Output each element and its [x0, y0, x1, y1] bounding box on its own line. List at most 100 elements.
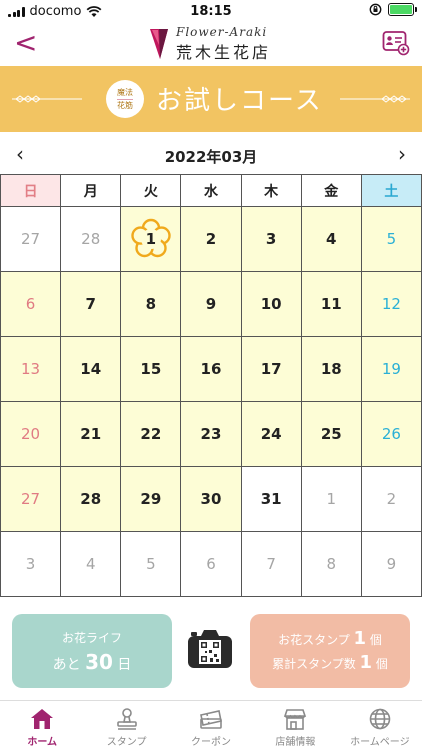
calendar-day[interactable]: 8	[120, 271, 182, 337]
calendar-day-sunday[interactable]: 27	[0, 466, 62, 532]
weekday-tuesday: 火	[120, 174, 182, 207]
calendar-day-prev-month[interactable]: 27	[0, 206, 62, 272]
tab-coupon[interactable]: クーポン	[169, 701, 253, 750]
day-number: 1	[145, 230, 157, 248]
calendar-day[interactable]: 17	[240, 336, 302, 402]
app-header: < Flower-Araki 荒木生花店	[0, 24, 422, 66]
calendar-day-saturday[interactable]: 12	[360, 271, 422, 337]
status-bar: docomo 18:15	[0, 0, 422, 24]
stamp-count-row: お花スタンプ 1 個	[250, 628, 410, 649]
qr-camera-button[interactable]	[186, 628, 234, 670]
weekday-monday: 月	[60, 174, 122, 207]
logo-japanese: 荒木生花店	[176, 43, 272, 62]
tab-home[interactable]: ホーム	[0, 701, 84, 750]
calendar-day-next-month[interactable]: 9	[360, 531, 422, 597]
calendar-grid: 日 月 火 水 木 金 土 27 28 1 2 3 4 5 6 7 8 9 10…	[0, 174, 422, 597]
flower-life-label: お花ライフ	[61, 631, 122, 645]
total-stamp-count: 1	[359, 652, 373, 673]
calendar-day-next-month[interactable]: 2	[360, 466, 422, 532]
total-stamp-row: 累計スタンプ数 1 個	[250, 652, 410, 673]
calendar-day[interactable]: 15	[120, 336, 182, 402]
tab-shop-info[interactable]: 店舗情報	[253, 701, 337, 750]
month-navigation: ‹ 2022年03月 ›	[0, 138, 422, 172]
tab-stamp-label: スタンプ	[106, 737, 147, 748]
calendar-day[interactable]: 22	[120, 401, 182, 467]
calendar-day[interactable]: 16	[180, 336, 242, 402]
calendar-week: 6 7 8 9 10 11 12	[0, 271, 422, 337]
clock: 18:15	[190, 4, 232, 19]
calendar-day[interactable]: 29	[120, 466, 182, 532]
calendar-day[interactable]: 7	[60, 271, 122, 337]
stamp-count-panel[interactable]: お花スタンプ 1 個 累計スタンプ数 1 個	[250, 614, 410, 688]
stamp-label: お花スタンプ	[278, 633, 350, 647]
calendar-day-sunday[interactable]: 13	[0, 336, 62, 402]
weekday-friday: 金	[300, 174, 362, 207]
tab-homepage-label: ホームページ	[350, 737, 410, 748]
weekday-thursday: 木	[240, 174, 302, 207]
tab-homepage[interactable]: ホームページ	[338, 701, 422, 750]
calendar-day[interactable]: 11	[300, 271, 362, 337]
calendar-day[interactable]: 10	[240, 271, 302, 337]
status-right	[369, 3, 417, 16]
calendar-day[interactable]: 30	[180, 466, 242, 532]
total-stamp-unit: 個	[375, 657, 388, 671]
calendar-day-next-month[interactable]: 1	[300, 466, 362, 532]
course-banner: 魔法 花筋 お試しコース	[0, 66, 422, 132]
stamp-icon	[116, 708, 137, 730]
weekday-header-row: 日 月 火 水 木 金 土	[0, 174, 422, 207]
calendar-day[interactable]: 4	[300, 206, 362, 272]
remaining-days: 30	[85, 650, 113, 674]
calendar-day[interactable]: 24	[240, 401, 302, 467]
calendar-day[interactable]: 28	[60, 466, 122, 532]
calendar-day-sunday[interactable]: 6	[0, 271, 62, 337]
calendar-day-saturday[interactable]: 5	[360, 206, 422, 272]
remaining-suffix: 日	[117, 657, 132, 673]
weekday-sunday: 日	[0, 174, 62, 207]
calendar-day[interactable]: 14	[60, 336, 122, 402]
calendar-day-saturday[interactable]: 26	[360, 401, 422, 467]
calendar-day[interactable]: 23	[180, 401, 242, 467]
back-button[interactable]: <	[14, 28, 37, 58]
calendar-day-sunday[interactable]: 20	[0, 401, 62, 467]
calendar-day-next-month[interactable]: 6	[180, 531, 242, 597]
badge-bottom-text: 花筋	[117, 100, 133, 110]
member-card-icon[interactable]	[382, 30, 410, 56]
calendar-day-prev-month[interactable]: 28	[60, 206, 122, 272]
course-title: お試しコース	[156, 86, 323, 116]
calendar-week: 27 28 29 30 31 1 2	[0, 466, 422, 532]
shop-icon	[284, 709, 307, 730]
bottom-tab-bar: ホーム スタンプ クーポン 店舗情報 ホームページ	[0, 700, 422, 750]
tab-stamp[interactable]: スタンプ	[84, 701, 168, 750]
calendar-day[interactable]: 18	[300, 336, 362, 402]
banner-ornament-left	[12, 95, 82, 103]
calendar-day-next-month[interactable]: 3	[0, 531, 62, 597]
logo-mark-icon	[150, 29, 168, 59]
calendar-day[interactable]: 2	[180, 206, 242, 272]
calendar-day[interactable]: 21	[60, 401, 122, 467]
brand-logo: Flower-Araki 荒木生花店	[148, 24, 271, 64]
calendar-week: 3 4 5 6 7 8 9	[0, 531, 422, 597]
calendar-day[interactable]: 31	[240, 466, 302, 532]
calendar-day[interactable]: 25	[300, 401, 362, 467]
calendar-day-next-month[interactable]: 5	[120, 531, 182, 597]
calendar-day-next-month[interactable]: 8	[300, 531, 362, 597]
battery-icon	[388, 3, 417, 16]
calendar-day[interactable]: 9	[180, 271, 242, 337]
calendar-week: 20 21 22 23 24 25 26	[0, 401, 422, 467]
globe-icon	[369, 708, 391, 730]
calendar-day-next-month[interactable]: 7	[240, 531, 302, 597]
calendar-day-next-month[interactable]: 4	[60, 531, 122, 597]
flower-life-remaining: あと 30 日	[12, 650, 172, 674]
flower-life-panel[interactable]: お花ライフ あと 30 日	[12, 614, 172, 688]
house-icon	[31, 709, 54, 729]
tab-shop-info-label: 店舗情報	[275, 737, 316, 748]
total-stamp-label: 累計スタンプ数	[272, 657, 356, 671]
coupon-icon	[200, 710, 222, 729]
calendar-day-saturday[interactable]: 19	[360, 336, 422, 402]
calendar-day-today[interactable]: 1	[120, 206, 182, 272]
next-month-button[interactable]: ›	[390, 142, 414, 166]
logo-english: Flower-Araki	[176, 25, 268, 39]
calendar-day[interactable]: 3	[240, 206, 302, 272]
calendar-week: 27 28 1 2 3 4 5	[0, 206, 422, 272]
badge-top-text: 魔法	[117, 87, 133, 97]
